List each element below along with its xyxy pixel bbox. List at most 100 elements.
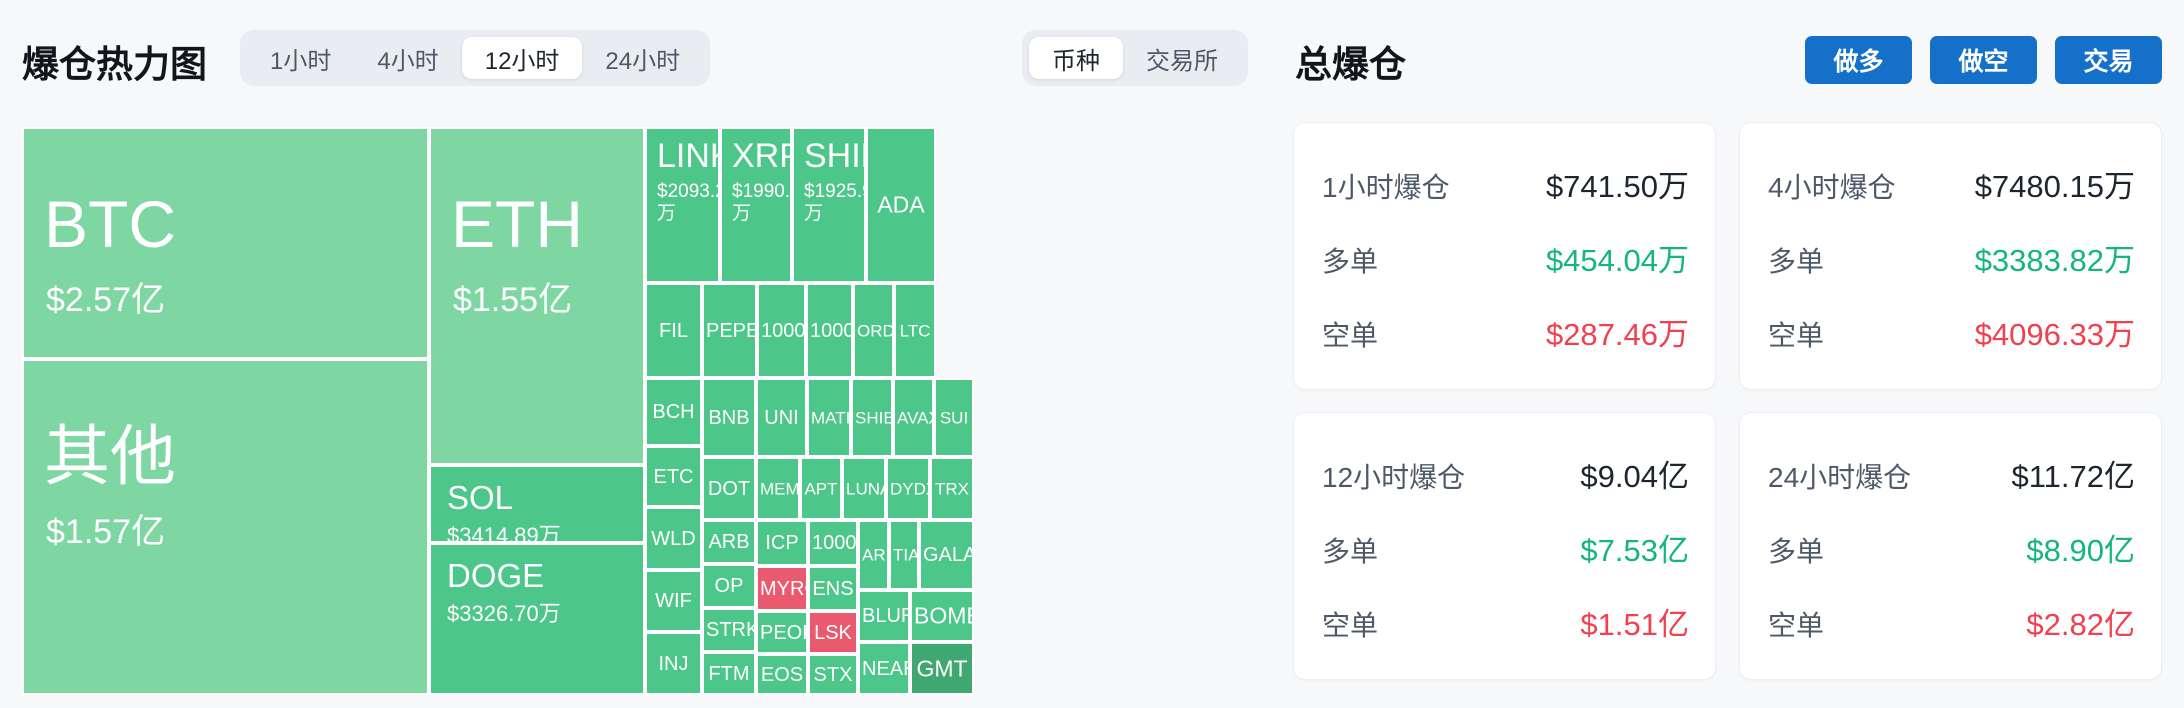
period-label: 4小时爆仓 <box>1768 172 1896 203</box>
treemap-tile-shib[interactable]: SHIB $1925.98万 <box>792 127 866 283</box>
mode-tab-1[interactable]: 交易所 <box>1123 37 1241 79</box>
long-value: $8.90亿 <box>2026 533 2135 568</box>
treemap-tile-ftm[interactable]: FTM <box>702 652 756 695</box>
treemap-tile-dot[interactable]: DOT <box>702 457 756 520</box>
tile-symbol: STX <box>813 663 853 686</box>
treemap-tile-btc[interactable]: BTC $2.57亿 <box>22 127 429 359</box>
total-value: $7480.15万 <box>1974 169 2135 204</box>
grouping-mode-toggle[interactable]: 币种 交易所 <box>1022 30 1248 86</box>
treemap-tile-tia[interactable]: TIA <box>889 520 919 590</box>
stat-card-3: 24小时爆仓 $11.72亿 多单 $8.90亿 空单 $2.82亿 <box>1739 412 2162 680</box>
treemap-tile-1000[interactable]: 1000 <box>808 520 858 566</box>
treemap-tile-ens[interactable]: ENS <box>808 566 858 611</box>
tile-symbol: FTM <box>708 662 750 685</box>
treemap-tile-pepe[interactable]: PEPE <box>702 283 757 378</box>
short-label: 空单 <box>1768 320 1825 351</box>
treemap-tile-wif[interactable]: WIF <box>645 570 702 632</box>
treemap-tile-sol[interactable]: SOL $3414.89万 <box>429 465 645 543</box>
treemap-tile-op[interactable]: OP <box>702 564 756 608</box>
long-value: $454.04万 <box>1545 243 1689 278</box>
treemap-tile-bnb[interactable]: BNB <box>702 378 756 457</box>
treemap-tile-xrp[interactable]: XRP $1990.41万 <box>720 127 792 283</box>
treemap-tile-trx[interactable]: TRX <box>930 457 974 520</box>
treemap-tile-inj[interactable]: INJ <box>645 632 702 695</box>
time-tab-2[interactable]: 12小时 <box>461 37 583 79</box>
treemap-tile-1000s[interactable]: 1000S <box>757 283 806 378</box>
tile-symbol: ICP <box>765 532 799 554</box>
period-label: 24小时爆仓 <box>1768 462 1912 493</box>
tile-symbol: SOL <box>447 479 514 516</box>
tile-symbol: WIF <box>655 590 692 612</box>
tile-symbol: BCH <box>652 401 695 423</box>
treemap-tile-lsk[interactable]: LSK <box>808 611 858 654</box>
tile-symbol: BNB <box>708 406 750 429</box>
tile-symbol: GMT <box>916 655 968 681</box>
treemap-tile-bch[interactable]: BCH <box>645 378 702 446</box>
treemap-tile-link[interactable]: LINK $2093.26万 <box>645 127 720 283</box>
treemap-tile-wld[interactable]: WLD <box>645 507 702 570</box>
treemap-tile-sui[interactable]: SUI <box>934 378 974 457</box>
treemap-tile-eos[interactable]: EOS <box>756 654 808 695</box>
page-header: 爆仓热力图 1小时 4小时 12小时 24小时 币种 交易所 总爆仓 做多 做空 交易 <box>0 0 2184 110</box>
tile-symbol: DOT <box>707 477 751 500</box>
stat-card-1: 4小时爆仓 $7480.15万 多单 $3383.82万 空单 $4096.33万 <box>1739 122 2162 390</box>
treemap-tile-people[interactable]: PEOPLE <box>756 611 808 654</box>
treemap-tile-arb[interactable]: ARB <box>702 520 756 564</box>
time-range-tabs[interactable]: 1小时 4小时 12小时 24小时 <box>240 30 711 86</box>
trade-button[interactable]: 交易 <box>2055 36 2162 84</box>
tile-symbol: 其他 <box>44 419 176 493</box>
long-label: 多单 <box>1768 536 1825 567</box>
treemap-tile-其他[interactable]: 其他 $1.57亿 <box>22 359 429 695</box>
tile-symbol: TIA <box>893 545 919 565</box>
tile-symbol: MATIC <box>811 408 851 427</box>
treemap-tile-meme[interactable]: MEME <box>756 457 800 520</box>
treemap-tile-apt[interactable]: APT <box>800 457 842 520</box>
treemap-tile-doge[interactable]: DOGE $3326.70万 <box>429 543 645 695</box>
tile-symbol: APT <box>804 479 838 498</box>
short-value: $2.82亿 <box>2026 607 2135 642</box>
stat-row: 空单 $287.46万 <box>1322 309 1689 354</box>
treemap-tile-eth[interactable]: ETH $1.55亿 <box>429 127 645 465</box>
treemap-tile-gala[interactable]: GALA <box>919 520 974 590</box>
tile-symbol: NEAR <box>862 657 908 680</box>
liquidation-treemap[interactable]: BTC $2.57亿 其他 $1.57亿 ETH $1.55亿 SOL $3414.89万 DO… <box>22 127 1273 695</box>
treemap-tile-luna[interactable]: LUNA <box>842 457 886 520</box>
long-button[interactable]: 做多 <box>1805 36 1912 84</box>
tile-symbol: ETC <box>653 465 694 488</box>
treemap-tile-ltc[interactable]: LTC <box>894 283 936 378</box>
period-label: 1小时爆仓 <box>1322 172 1450 203</box>
treemap-tile-dydx[interactable]: DYDX <box>886 457 930 520</box>
treemap-tile-uni[interactable]: UNI <box>756 378 807 457</box>
stat-card-2: 12小时爆仓 $9.04亿 多单 $7.53亿 空单 $1.51亿 <box>1293 412 1716 680</box>
short-button[interactable]: 做空 <box>1930 36 2037 84</box>
stat-row: 多单 $7.53亿 <box>1322 525 1689 570</box>
time-tab-3[interactable]: 24小时 <box>582 37 703 79</box>
treemap-tile-stx[interactable]: STX <box>808 654 858 695</box>
time-tab-0[interactable]: 1小时 <box>247 37 354 79</box>
mode-tab-0[interactable]: 币种 <box>1029 37 1123 79</box>
tile-symbol: BTC <box>44 187 176 261</box>
treemap-tile-fil[interactable]: FIL <box>645 283 702 378</box>
treemap-tile-avax[interactable]: AVAX <box>893 378 934 457</box>
treemap-tile-strk[interactable]: STRK <box>702 608 756 652</box>
treemap-tile-myro[interactable]: MYRO <box>756 566 808 611</box>
treemap-tile-ar[interactable]: AR <box>858 520 889 590</box>
total-value: $9.04亿 <box>1580 459 1689 494</box>
short-value: $1.51亿 <box>1580 607 1689 642</box>
treemap-tile-ada[interactable]: ADA <box>866 127 936 283</box>
treemap-tile-bome[interactable]: BOME <box>910 590 974 642</box>
tile-value: $2.57亿 <box>46 281 166 319</box>
treemap-tile-matic[interactable]: MATIC <box>807 378 851 457</box>
tile-symbol: ARB <box>708 531 750 553</box>
treemap-tile-blur[interactable]: BLUR <box>858 590 910 642</box>
treemap-tile-etc[interactable]: ETC <box>645 446 702 507</box>
treemap-tile-gmt[interactable]: GMT <box>910 642 974 695</box>
treemap-tile-ordi[interactable]: ORDI <box>853 283 894 378</box>
treemap-tile-icp[interactable]: ICP <box>756 520 808 566</box>
tile-value: $1990.41万 <box>732 181 791 224</box>
treemap-tile-1000[interactable]: 1000 <box>806 283 853 378</box>
treemap-tile-shib[interactable]: SHIB <box>851 378 893 457</box>
treemap-tile-near[interactable]: NEAR <box>858 642 910 695</box>
long-label: 多单 <box>1322 536 1379 567</box>
time-tab-1[interactable]: 4小时 <box>354 37 461 79</box>
